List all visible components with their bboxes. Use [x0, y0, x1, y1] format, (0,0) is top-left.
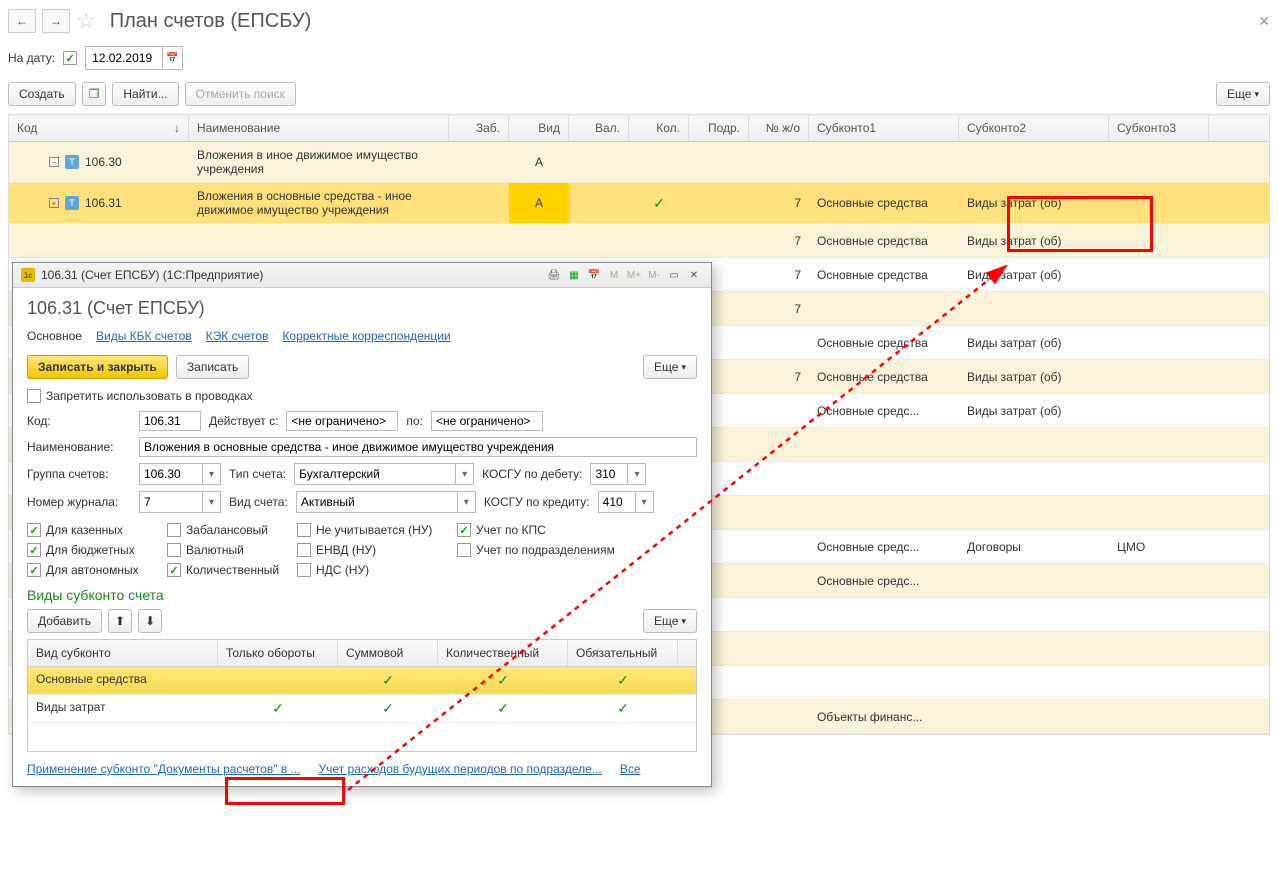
subkonto-more-button[interactable]: Еще — [643, 609, 697, 633]
from-input[interactable] — [286, 411, 398, 431]
group-select-icon[interactable]: ▾ — [202, 464, 220, 484]
save-button[interactable]: Записать — [176, 355, 249, 379]
link-all[interactable]: Все — [620, 762, 641, 776]
col-podr[interactable]: Подр. — [689, 115, 749, 141]
calendar-tool-icon[interactable]: 📅 — [585, 267, 603, 283]
table-row[interactable]: +T106.31 Вложения в основные средства - … — [9, 183, 1269, 224]
find-button[interactable]: Найти... — [112, 82, 178, 106]
chk-zab[interactable] — [167, 523, 181, 537]
expand-icon[interactable]: + — [49, 198, 59, 208]
print-icon[interactable]: 🖨 — [545, 267, 563, 283]
journal-num-input[interactable] — [140, 493, 202, 511]
save-close-button[interactable]: Записать и закрыть — [27, 355, 168, 379]
m-icon[interactable]: M — [605, 267, 623, 283]
date-input[interactable] — [86, 48, 162, 68]
chk-avt[interactable] — [27, 563, 41, 577]
move-up-button[interactable]: ⬆ — [108, 609, 132, 633]
t-icon: T — [65, 155, 79, 169]
col-num[interactable]: № ж/о — [749, 115, 809, 141]
group-input[interactable] — [140, 465, 202, 483]
tab-kek[interactable]: КЭК счетов — [206, 329, 269, 343]
to-input[interactable] — [431, 411, 543, 431]
tab-kbk[interactable]: Виды КБК счетов — [96, 329, 192, 343]
vid-input[interactable] — [297, 493, 457, 511]
col-vid[interactable]: Вид — [509, 115, 569, 141]
col-val[interactable]: Вал. — [569, 115, 629, 141]
col-code[interactable]: Код↓ — [9, 115, 189, 141]
forbid-label: Запретить использовать в проводках — [46, 389, 253, 403]
kosgu-kredit-input[interactable] — [599, 493, 635, 511]
chk-val[interactable] — [167, 543, 181, 557]
code-input[interactable] — [139, 411, 201, 431]
favorite-icon[interactable]: ☆ — [76, 8, 96, 34]
subkonto-row[interactable]: Виды затрат✓✓✓✓ — [28, 695, 696, 723]
chk-kaz[interactable] — [27, 523, 41, 537]
account-modal: 1с 106.31 (Счет ЕПСБУ) (1С:Предприятие) … — [12, 262, 712, 787]
chk-envd[interactable] — [297, 543, 311, 557]
chk-nds[interactable] — [297, 563, 311, 577]
m-minus-icon[interactable]: M- — [645, 267, 663, 283]
name-input[interactable] — [139, 437, 697, 457]
col-kol[interactable]: Кол. — [629, 115, 689, 141]
col-sub1[interactable]: Субконто1 — [809, 115, 959, 141]
modal-more-button[interactable]: Еще — [643, 355, 697, 379]
table-row[interactable]: −T106.30 Вложения в иное движимое имущес… — [9, 142, 1269, 183]
minimize-icon[interactable]: ▭ — [665, 267, 683, 283]
link-expenses[interactable]: Учет расходов будущих периодов по подраз… — [319, 762, 602, 776]
chk-kol[interactable] — [167, 563, 181, 577]
subkonto-row[interactable]: Основные средства✓✓✓ — [28, 667, 696, 695]
subkonto-header: Виды субконто счета — [27, 587, 697, 603]
link-documents[interactable]: Применение субконто "Документы расчетов"… — [27, 762, 301, 776]
chk-budg[interactable] — [27, 543, 41, 557]
kosgu-debet-input[interactable] — [591, 465, 627, 483]
tab-main[interactable]: Основное — [27, 329, 82, 343]
copy-button[interactable]: ❐ — [82, 82, 107, 106]
type-input[interactable] — [295, 465, 455, 483]
chk-podr[interactable] — [457, 543, 471, 557]
t-icon: T — [65, 196, 79, 210]
create-button[interactable]: Создать — [8, 82, 76, 106]
date-checkbox[interactable] — [63, 51, 77, 65]
modal-heading: 106.31 (Счет ЕПСБУ) — [27, 298, 697, 319]
col-sub3[interactable]: Субконто3 — [1109, 115, 1209, 141]
app-icon: 1с — [21, 268, 35, 282]
window-title: 106.31 (Счет ЕПСБУ) (1С:Предприятие) — [41, 268, 263, 282]
page-title: План счетов (ЕПСБУ) — [110, 10, 312, 33]
col-name[interactable]: Наименование — [189, 115, 449, 141]
grid-icon[interactable]: ▦ — [565, 267, 583, 283]
calendar-icon[interactable]: 📅 — [162, 47, 182, 69]
m-plus-icon[interactable]: M+ — [625, 267, 643, 283]
add-subkonto-button[interactable]: Добавить — [27, 609, 102, 633]
tab-korr[interactable]: Корректные корреспонденции — [282, 329, 450, 343]
subkonto-grid: Вид субконто Только обороты Суммовой Кол… — [27, 639, 697, 752]
date-label: На дату: — [8, 51, 55, 65]
chk-kps[interactable] — [457, 523, 471, 537]
nav-back[interactable]: ← — [8, 9, 36, 33]
col-zab[interactable]: Заб. — [449, 115, 509, 141]
move-down-button[interactable]: ⬇ — [138, 609, 162, 633]
window-close-icon[interactable]: ✕ — [685, 267, 703, 283]
nav-forward[interactable]: → — [42, 9, 70, 33]
cancel-find-button: Отменить поиск — [185, 82, 296, 106]
close-icon[interactable]: ✕ — [1258, 13, 1270, 30]
col-sub2[interactable]: Субконто2 — [959, 115, 1109, 141]
expand-icon[interactable]: − — [49, 157, 59, 167]
table-row[interactable]: 7 Основные средства Виды затрат (об) — [9, 224, 1269, 258]
forbid-checkbox[interactable] — [27, 389, 41, 403]
more-button[interactable]: Еще — [1216, 82, 1270, 106]
chk-neuch[interactable] — [297, 523, 311, 537]
